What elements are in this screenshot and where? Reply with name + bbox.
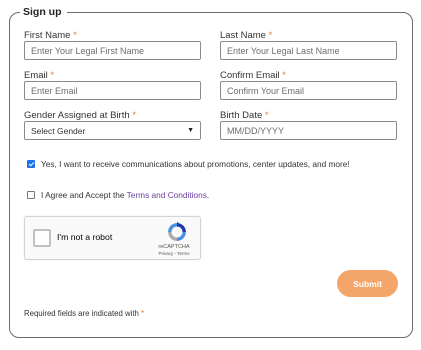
recaptcha-checkbox[interactable] <box>33 229 51 247</box>
required-footnote: Required fields are indicated with * <box>24 309 145 318</box>
last-name-input[interactable] <box>220 41 397 60</box>
signup-legend: Sign up <box>20 5 67 19</box>
gender-select[interactable]: Select Gender ▼ <box>24 121 201 140</box>
recaptcha-brand: reCAPTCHA <box>158 244 190 250</box>
terms-label: I Agree and Accept the Terms and Conditi… <box>41 190 210 200</box>
submit-button[interactable]: Submit <box>337 270 398 297</box>
recaptcha-links[interactable]: Privacy - Terms <box>150 251 198 256</box>
email-input[interactable] <box>24 81 201 100</box>
recaptcha-widget: I'm not a robot reCAPTCHA Privacy - Term… <box>24 216 201 260</box>
birth-date-input[interactable] <box>220 121 397 140</box>
communications-checkbox[interactable] <box>27 160 35 168</box>
terms-link[interactable]: Terms and Conditions <box>127 190 207 200</box>
confirm-email-input[interactable] <box>220 81 397 100</box>
recaptcha-icon <box>168 221 186 241</box>
chevron-down-icon: ▼ <box>187 127 194 134</box>
recaptcha-label: I'm not a robot <box>57 232 113 242</box>
first-name-input[interactable] <box>24 41 201 60</box>
communications-label: Yes, I want to receive communications ab… <box>41 159 350 169</box>
terms-checkbox[interactable] <box>27 191 35 199</box>
gender-select-value: Select Gender <box>31 125 86 136</box>
